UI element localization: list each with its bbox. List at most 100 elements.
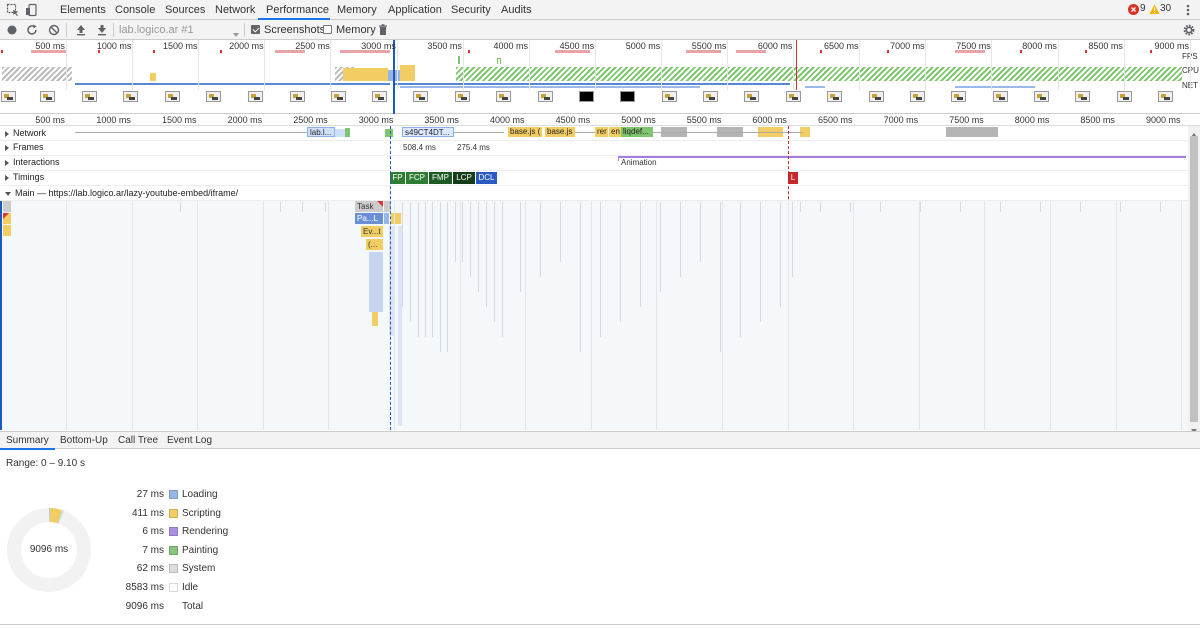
timing-lcp[interactable]: LCP — [453, 172, 475, 184]
main-thread-track[interactable]: Main — https://lab.logico.ar/lazy-youtub… — [0, 186, 1188, 201]
timeline-scrollbar[interactable] — [1188, 126, 1200, 433]
screenshot-thumbnail[interactable] — [1, 91, 16, 102]
timing-fp[interactable]: FP — [390, 172, 405, 184]
load-profile-icon[interactable] — [74, 23, 88, 37]
error-icon[interactable] — [1128, 4, 1139, 15]
timing-fcp[interactable]: FCP — [406, 172, 428, 184]
screenshot-thumbnail[interactable] — [1034, 91, 1049, 102]
clear-icon[interactable] — [47, 23, 61, 37]
warning-count[interactable]: 30 — [1160, 3, 1171, 14]
tab-audits[interactable]: Audits — [501, 0, 532, 20]
tab-elements[interactable]: Elements — [60, 0, 106, 20]
network-request-bar[interactable]: base.js — [545, 127, 575, 137]
screenshot-thumbnail[interactable] — [40, 91, 55, 102]
memory-checkbox[interactable] — [323, 25, 332, 34]
timings-track[interactable]: Timings — [0, 171, 1188, 186]
memory-label[interactable]: Memory — [336, 20, 376, 40]
tab-application[interactable]: Application — [388, 0, 442, 20]
interactions-track-label[interactable]: Interactions — [5, 157, 60, 167]
screenshot-thumbnail[interactable] — [290, 91, 305, 102]
main-thread-label[interactable]: Main — https://lab.logico.ar/lazy-youtub… — [5, 188, 238, 198]
screenshot-thumbnail[interactable] — [372, 91, 387, 102]
screenshot-thumbnail[interactable] — [538, 91, 553, 102]
expand-triangle-icon[interactable] — [5, 144, 9, 151]
network-request-bar[interactable] — [946, 127, 998, 137]
inspect-element-icon[interactable] — [6, 3, 20, 17]
flame-stack[interactable] — [369, 252, 383, 312]
screenshot-thumbnail[interactable] — [1117, 91, 1132, 102]
screenshot-thumbnail[interactable] — [910, 91, 925, 102]
settings-gear-icon[interactable] — [1182, 23, 1196, 37]
expand-triangle-icon[interactable] — [5, 159, 9, 166]
tab-security[interactable]: Security — [451, 0, 491, 20]
screenshot-thumbnail[interactable] — [206, 91, 221, 102]
network-request-bar[interactable] — [345, 128, 350, 137]
tab-summary[interactable]: Summary — [0, 432, 55, 450]
flame-scripting[interactable] — [3, 225, 11, 236]
timeline-overview[interactable]: FPS CPU NET 500 ms1000 ms1500 ms2000 ms2… — [0, 40, 1200, 114]
screenshot-thumbnail[interactable] — [662, 91, 677, 102]
reload-profile-icon[interactable] — [25, 23, 39, 37]
timing-load[interactable]: L — [788, 172, 798, 184]
flame-stack[interactable] — [372, 312, 378, 326]
network-request-bar[interactable]: en — [609, 127, 621, 137]
screenshot-thumbnail[interactable] — [993, 91, 1008, 102]
tab-memory[interactable]: Memory — [337, 0, 377, 20]
screenshot-thumbnail[interactable] — [1158, 91, 1173, 102]
screenshot-thumbnail[interactable] — [786, 91, 801, 102]
screenshot-thumbnail[interactable] — [331, 91, 346, 102]
screenshots-checkbox[interactable] — [251, 25, 260, 34]
timings-track-label[interactable]: Timings — [5, 172, 44, 182]
interactions-track[interactable]: Interactions — [0, 156, 1188, 171]
network-request-bar[interactable] — [385, 129, 393, 137]
error-count[interactable]: 9 — [1140, 3, 1146, 14]
trash-icon[interactable] — [376, 23, 390, 37]
screenshot-thumbnail[interactable] — [951, 91, 966, 102]
tab-event-log[interactable]: Event Log — [167, 432, 212, 450]
screenshot-thumbnail[interactable] — [827, 91, 842, 102]
profile-select[interactable]: lab.logico.ar #1 — [119, 20, 239, 40]
flame-task[interactable] — [3, 201, 11, 212]
screenshot-thumbnail[interactable] — [703, 91, 718, 102]
flame-scripting[interactable] — [391, 213, 401, 224]
screenshots-label[interactable]: Screenshots — [264, 20, 325, 40]
expand-triangle-icon[interactable] — [5, 174, 9, 181]
flame-function-call[interactable]: (... — [366, 239, 383, 250]
tab-sources[interactable]: Sources — [165, 0, 205, 20]
tab-console[interactable]: Console — [115, 0, 155, 20]
frames-track[interactable]: Frames — [0, 141, 1188, 156]
screenshot-thumbnail[interactable] — [620, 91, 635, 102]
save-profile-icon[interactable] — [95, 23, 109, 37]
network-request-bar[interactable] — [335, 129, 345, 137]
flame-parse-html[interactable]: Pa...L — [355, 213, 383, 224]
network-request-bar[interactable]: base.js ( — [508, 127, 542, 137]
device-toolbar-icon[interactable] — [25, 3, 39, 17]
screenshot-thumbnail[interactable] — [1075, 91, 1090, 102]
network-track[interactable]: Network — [0, 126, 1188, 141]
network-request-bar[interactable]: rer — [595, 127, 608, 137]
frame-duration[interactable]: 508.4 ms — [403, 143, 436, 152]
screenshot-thumbnail[interactable] — [248, 91, 263, 102]
animation-interaction-bar[interactable] — [618, 156, 1186, 158]
screenshot-thumbnail[interactable] — [579, 91, 594, 102]
tab-call-tree[interactable]: Call Tree — [118, 432, 158, 450]
timing-dcl[interactable]: DCL — [476, 172, 497, 184]
screenshot-thumbnail[interactable] — [496, 91, 511, 102]
network-request-bar[interactable]: s49CT4DT... — [402, 127, 454, 137]
tab-performance[interactable]: Performance — [258, 0, 330, 20]
frame-duration[interactable]: 275.4 ms — [457, 143, 490, 152]
expand-triangle-icon[interactable] — [5, 130, 9, 137]
screenshot-thumbnail[interactable] — [123, 91, 138, 102]
screenshot-thumbnail[interactable] — [165, 91, 180, 102]
flame-event[interactable]: Ev...t — [361, 226, 383, 237]
network-track-label[interactable]: Network — [5, 128, 46, 138]
record-icon[interactable] — [5, 23, 19, 37]
warning-icon[interactable] — [1149, 4, 1160, 18]
flame-chart-area[interactable] — [0, 201, 1188, 430]
selection-start-marker[interactable] — [393, 40, 395, 114]
screenshot-thumbnail[interactable] — [744, 91, 759, 102]
screenshot-thumbnail[interactable] — [82, 91, 97, 102]
chevron-down-icon[interactable] — [233, 28, 239, 40]
screenshot-thumbnail[interactable] — [413, 91, 428, 102]
screenshot-thumbnail[interactable] — [455, 91, 470, 102]
